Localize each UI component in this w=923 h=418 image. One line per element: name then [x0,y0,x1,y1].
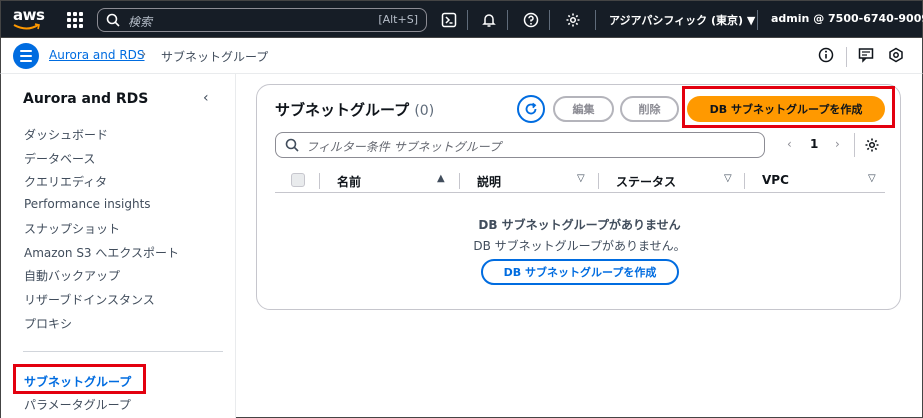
sidebar-item-databases[interactable]: データベース [24,150,95,167]
panel-title: サブネットグループ (0) [275,99,434,120]
nav-divider [549,10,550,30]
sidebar-item-performance-insights[interactable]: Performance insights [24,197,151,211]
account-menu[interactable]: admin @ 7500-6740-9009 ▼ [771,12,923,25]
feedback-icon[interactable] [857,46,875,64]
refresh-icon [525,102,537,115]
refresh-button[interactable] [517,95,545,123]
sidebar-item-reserved-instances[interactable]: リザーブドインスタンス [24,291,155,308]
pagination-next-icon[interactable]: › [835,137,840,151]
sidebar-item-dashboard[interactable]: ダッシュボード [24,126,108,143]
cloudshell-icon[interactable] [439,10,459,30]
sidebar-item-parameter-groups[interactable]: パラメータグループ [24,396,131,413]
edit-button[interactable]: 編集 [553,96,614,122]
sort-icon[interactable]: ▽ [724,173,732,184]
search-placeholder: 検索 [128,15,153,29]
global-search[interactable]: 検索 [Alt+S] [97,8,427,32]
nav-divider [595,10,596,30]
sidebar-divider [23,351,223,352]
region-selector[interactable]: アジアパシフィック (東京) ▼ [609,12,755,28]
column-separator [459,173,460,189]
search-icon [285,138,299,152]
pagination-prev-icon[interactable]: ‹ [787,137,792,151]
table-preferences-gear-icon[interactable] [864,137,880,153]
settings-hex-icon[interactable] [887,46,905,64]
sidebar-item-snapshots[interactable]: スナップショット [24,220,120,237]
services-grid-icon[interactable] [67,12,83,28]
sidebar-item-query-editor[interactable]: クエリエディタ [24,173,107,190]
pager-divider [854,133,855,157]
info-icon[interactable] [817,46,835,64]
column-separator [598,173,599,189]
empty-state-description: DB サブネットグループがありません。 [473,239,686,253]
bell-icon[interactable] [479,10,499,30]
column-header-description[interactable]: 説明 [477,173,501,190]
highlight-box-subnet-groups [13,364,146,394]
highlight-box-create-button [682,86,895,128]
column-separator [319,173,320,189]
nav-divider [757,10,758,30]
column-header-vpc[interactable]: VPC [762,173,789,187]
table-header: 名前 ▲ 説明 ▽ ステータス ▽ VPC ▽ [275,169,885,193]
aws-logo-text: aws [13,6,45,24]
main-content: サブネットグループ (0) 編集 削除 DB サブネットグループを作成 フィルタ… [236,74,923,418]
panel-title-text: サブネットグループ [275,101,410,119]
breadcrumb-link-aurora-rds[interactable]: Aurora and RDS [49,48,145,62]
aws-logo[interactable]: aws [11,6,45,32]
crumb-divider [846,47,847,67]
column-header-status[interactable]: ステータス [616,173,676,190]
sidebar-close-icon[interactable]: ‹ [203,90,209,106]
delete-button[interactable]: 削除 [620,96,679,122]
gear-icon[interactable] [563,10,583,30]
empty-state-title: DB サブネットグループがありません [478,218,681,232]
filter-input[interactable]: フィルター条件 サブネットグループ [275,132,765,158]
sort-icon[interactable]: ▽ [868,173,876,184]
breadcrumb-separator: › [141,47,147,62]
search-shortcut: [Alt+S] [378,13,418,26]
column-header-name[interactable]: 名前 [337,173,361,190]
sort-ascending-icon[interactable]: ▲ [437,173,445,184]
sidebar-item-automated-backups[interactable]: 自動バックアップ [24,267,120,284]
breadcrumb-bar: Aurora and RDS › サブネットグループ [0,38,923,74]
select-all-checkbox[interactable] [291,173,305,187]
nav-divider [507,10,508,30]
side-navigation: Aurora and RDS ‹ ダッシュボード データベース クエリエディタ … [0,74,236,418]
menu-toggle-icon[interactable] [13,43,39,69]
sidebar-item-proxies[interactable]: プロキシ [24,315,72,332]
sidebar-title[interactable]: Aurora and RDS [23,91,148,107]
sidebar-item-s3-export[interactable]: Amazon S3 へエクスポート [24,244,179,261]
help-icon[interactable] [521,10,541,30]
panel-count: (0) [414,103,435,119]
empty-state-create-button[interactable]: DB サブネットグループを作成 [481,259,679,285]
pagination-page-number[interactable]: 1 [810,137,818,151]
top-navigation: aws 検索 [Alt+S] アジアパシフィック (東京) ▼ admin @ … [0,0,923,38]
column-separator [744,173,745,189]
filter-placeholder: フィルター条件 サブネットグループ [306,140,501,154]
aws-smile-icon [13,23,40,30]
breadcrumb-current: サブネットグループ [161,50,269,64]
nav-divider [467,10,468,30]
search-icon [106,13,120,27]
sort-icon[interactable]: ▽ [577,173,585,184]
